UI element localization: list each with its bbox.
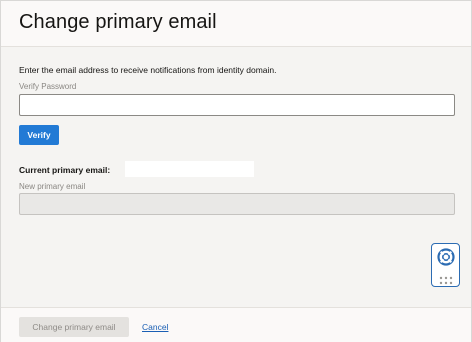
verify-password-input[interactable]: [19, 94, 455, 116]
drag-handle-icon[interactable]: [439, 272, 453, 290]
dialog-title: Change primary email: [19, 11, 217, 33]
change-primary-email-dialog: Change primary email Enter the email add…: [0, 0, 472, 342]
new-primary-email-label: New primary email: [19, 182, 86, 191]
dialog-body: Enter the email address to receive notif…: [1, 47, 471, 307]
help-widget[interactable]: [431, 243, 460, 287]
verify-button[interactable]: Verify: [19, 125, 59, 145]
lifebuoy-icon[interactable]: [437, 248, 455, 271]
verify-password-label: Verify Password: [19, 82, 77, 91]
current-primary-email-label: Current primary email:: [19, 165, 111, 175]
current-primary-email-value: [125, 161, 254, 177]
new-primary-email-input: [19, 193, 455, 215]
cancel-link[interactable]: Cancel: [142, 322, 168, 332]
dialog-header: Change primary email: [1, 1, 471, 47]
intro-text: Enter the email address to receive notif…: [19, 65, 277, 75]
change-primary-email-button[interactable]: Change primary email: [19, 317, 129, 337]
dialog-footer: Change primary email Cancel: [1, 307, 471, 342]
